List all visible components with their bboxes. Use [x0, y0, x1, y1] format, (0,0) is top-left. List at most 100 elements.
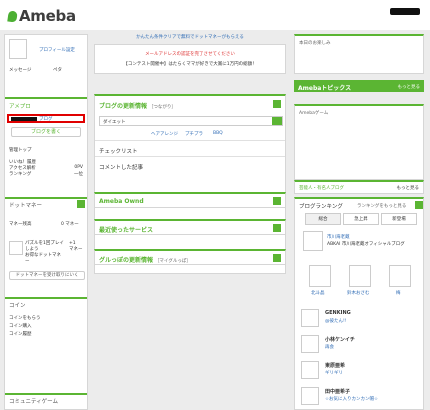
blog-link[interactable]: ブログ: [39, 116, 53, 122]
ranker-entry: ☆お気に入りカンカン帽☆: [325, 397, 379, 402]
topics-more-link[interactable]: もっと見る: [398, 84, 421, 90]
grid-blogger-name[interactable]: 鈴木おさむ: [347, 290, 370, 296]
avatar[interactable]: [9, 39, 27, 59]
grid-blogger-name[interactable]: 北斗晶: [311, 290, 325, 296]
avatar[interactable]: [303, 231, 323, 251]
left-column: プロフィール設定 メッセージ ペタ アメプロ ブログ ブログを書く 管理トップ …: [4, 34, 88, 410]
stat-row[interactable]: ランキング 一位: [9, 171, 83, 177]
manage-top-link[interactable]: 管理トップ: [9, 147, 32, 153]
stat-label: ランキング: [9, 172, 32, 177]
ameplo-heading: アメプロ: [9, 104, 31, 110]
money-balance-label: マネー残高: [9, 222, 32, 227]
contest-banner-text[interactable]: 【コンテスト開催中】はたらくママが好きで大賞に1万円の総額！: [95, 61, 285, 67]
dotmoney-divider: [5, 197, 87, 199]
tag-link[interactable]: BBQ: [213, 131, 223, 136]
celeb-blog-heading[interactable]: 芸能人・有名人ブログ: [299, 185, 344, 191]
puzzle-promo-text[interactable]: パズルを1回プレイしよう お得なドットマネー: [25, 241, 65, 265]
avatar[interactable]: [309, 265, 331, 287]
peta-link[interactable]: ペタ: [53, 67, 62, 73]
user-name-redacted[interactable]: [390, 8, 420, 15]
avatar[interactable]: [349, 265, 371, 287]
profile-settings-link[interactable]: プロフィール設定: [39, 47, 75, 53]
buy-coin-link[interactable]: コイン購入: [9, 323, 32, 329]
ameba-logo[interactable]: Ameba: [7, 7, 76, 25]
ranker-entry: ギリギリ: [325, 371, 343, 376]
stat-value: 一位: [74, 172, 83, 177]
promo-box: メールアドレスの認証を完了させてください 【コンテスト開催中】はたらくママが好き…: [94, 44, 286, 74]
avatar[interactable]: [389, 265, 411, 287]
avatar: [301, 335, 319, 353]
coin-divider: [5, 297, 87, 299]
tag-link[interactable]: ヘアアレンジ: [151, 131, 178, 137]
global-header: Ameba: [0, 0, 430, 30]
right-column: 本日のお楽しみ Amebaトピックス もっと見る Amebaゲーム 芸能人・有名…: [294, 34, 424, 410]
ranker-name: 東原亜希: [325, 363, 346, 369]
featured-blogger-name[interactable]: 市川海老蔵: [327, 234, 350, 240]
ranker-name: 小林ケンイチ: [325, 337, 355, 343]
list-item[interactable]: GENKING @彼たん!!: [299, 307, 421, 331]
list-item[interactable]: 田中亜希子 ☆お気に入りカンカン帽☆: [299, 385, 421, 409]
blog-updates-heading: ブログの更新情報 ［つながり］: [99, 101, 176, 110]
dotmoney-collapse-icon[interactable]: [77, 200, 85, 208]
ranker-name: GENKING: [325, 310, 351, 316]
blog-updates-panel: ブログの更新情報 ［つながり］ ダイエット ヘアアレンジ プチプラ BBQ チェ…: [94, 94, 286, 274]
tab-new[interactable]: 新登場: [381, 213, 417, 225]
puzzle-reward: +1 マネー: [69, 241, 83, 252]
list-item[interactable]: 小林ケンイチ 再会: [299, 333, 421, 357]
divider: [95, 140, 285, 141]
community-divider: [5, 393, 87, 395]
blog-name-redacted: [11, 117, 37, 121]
puzzle-thumbnail[interactable]: [9, 241, 23, 255]
middle-column: かんたん条件クリアで無料でドットマネーがもらえる メールアドレスの認証を完了させ…: [94, 34, 286, 410]
featured-blog-title[interactable]: ABKAI 市川海老蔵オフィシャルブログ: [327, 241, 405, 247]
ranking-heading: ブログランキング: [299, 204, 343, 210]
gurutsu-subtitle: ［マイグルっぽ］: [154, 259, 191, 264]
today-heading: 本日のお楽しみ: [299, 41, 331, 46]
receive-money-button[interactable]: ドットマネーを受け取りにいく: [9, 271, 85, 280]
ranking-panel: ブログランキング ランキングをもっと見る 総合 急上昇 新登場 市川海老蔵 AB…: [294, 197, 424, 410]
get-coin-link[interactable]: コインをもらう: [9, 315, 41, 321]
divider: [95, 156, 285, 157]
check-list-link[interactable]: チェックリスト: [99, 147, 138, 155]
promo-top-link[interactable]: かんたん条件クリアで無料でドットマネーがもらえる: [94, 34, 286, 40]
blog-updates-title: ブログの更新情報: [99, 103, 148, 110]
search-input[interactable]: ダイエット: [103, 119, 125, 125]
tab-rising[interactable]: 急上昇: [343, 213, 379, 225]
ameplo-divider: [5, 97, 87, 99]
recent-collapse-icon[interactable]: [273, 224, 281, 232]
commented-articles-link[interactable]: コメントした記事: [99, 163, 143, 171]
ameba-leaf-icon: [7, 10, 18, 23]
blog-updates-subtitle: ［つながり］: [148, 105, 176, 110]
gurutsu-heading: グルっぽの更新情報 ［マイグルっぽ］: [99, 255, 191, 264]
gurutsu-collapse-icon[interactable]: [273, 254, 281, 262]
gurutsu-panel: グルっぽの更新情報 ［マイグルっぽ］: [94, 249, 286, 265]
ranker-entry: @彼たん!!: [325, 319, 347, 324]
blog-link-highlight[interactable]: ブログ: [7, 114, 85, 123]
ownd-collapse-icon[interactable]: [273, 197, 281, 205]
topics-header: Amebaトピックス もっと見る: [294, 80, 424, 92]
recent-services-title[interactable]: 最近使ったサービス: [99, 225, 153, 234]
email-verify-alert[interactable]: メールアドレスの認証を完了させてください: [95, 51, 285, 57]
search-button[interactable]: [272, 117, 282, 125]
tab-overall[interactable]: 総合: [305, 213, 341, 225]
celeb-more-link[interactable]: もっと見る: [397, 185, 420, 191]
game-panel: Amebaゲーム: [294, 104, 424, 180]
dotmoney-heading: ドットマネー: [9, 203, 43, 209]
message-link[interactable]: メッセージ: [9, 67, 31, 73]
tag-link[interactable]: プチプラ: [185, 131, 203, 137]
list-item[interactable]: 東原亜希 ギリギリ: [299, 359, 421, 383]
ranking-more-link[interactable]: ランキングをもっと見る: [357, 203, 406, 209]
blog-updates-collapse-icon[interactable]: [273, 100, 281, 108]
money-balance-value: 0 マネー: [61, 222, 79, 227]
logo-text: Ameba: [19, 7, 76, 25]
grid-blogger-name[interactable]: 梅: [396, 290, 401, 296]
ameba-ownd-panel: Ameba Ownd: [94, 192, 286, 208]
blog-stats: いいね！履歴 アクセス解析 0PV ランキング 一位: [9, 159, 83, 177]
gurutsu-title[interactable]: グルっぽの更新情報: [99, 257, 153, 264]
ranking-collapse-icon[interactable]: [415, 201, 423, 209]
search-box[interactable]: ダイエット: [99, 116, 283, 126]
write-blog-button[interactable]: ブログを書く: [11, 127, 81, 137]
ameba-ownd-title[interactable]: Ameba Ownd: [99, 198, 144, 205]
coin-history-link[interactable]: コイン履歴: [9, 331, 32, 337]
game-heading: Amebaゲーム: [299, 111, 329, 116]
